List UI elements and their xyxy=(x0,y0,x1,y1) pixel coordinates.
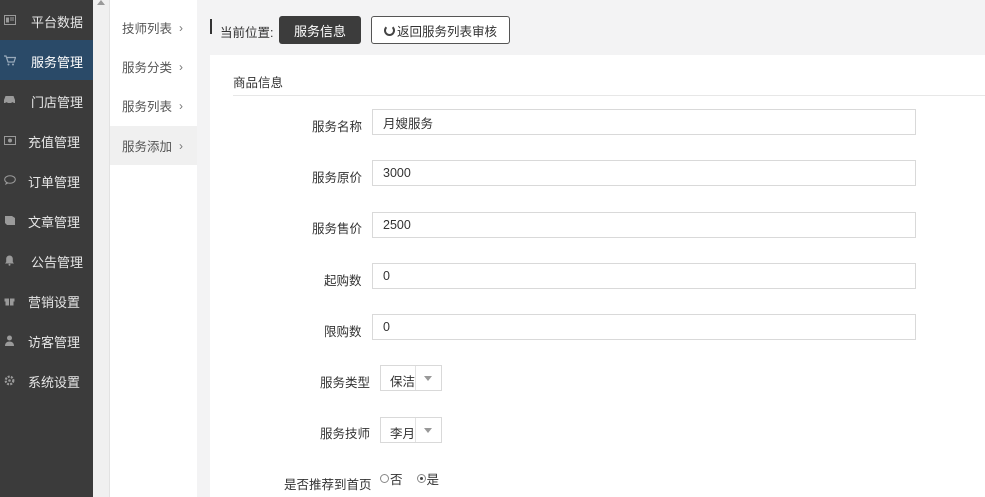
select-divider xyxy=(415,366,416,390)
sidebar-item-service-management[interactable]: 服务管理 xyxy=(0,40,93,80)
car-icon xyxy=(3,94,16,106)
chevron-right-icon: › xyxy=(179,59,183,74)
service-name-input[interactable]: 月嫂服务 xyxy=(372,109,916,135)
user-icon xyxy=(3,334,16,346)
sidebar-scrollbar[interactable] xyxy=(93,0,110,497)
gift-icon xyxy=(3,294,16,306)
sidebar-item-marketing-settings[interactable]: 营销设置 xyxy=(0,280,93,320)
breadcrumb-label: 当前位置: xyxy=(220,26,274,40)
refresh-icon xyxy=(383,24,395,36)
select-divider xyxy=(415,418,416,442)
radio-yes[interactable] xyxy=(416,474,426,483)
breadcrumb: 当前位置: 服务信息 返回服务列表审核 xyxy=(197,0,985,55)
sidebar-item-label: 访客管理 xyxy=(28,335,81,350)
breadcrumb-marker xyxy=(210,19,212,34)
submenu-item-label: 服务分类 xyxy=(122,61,173,75)
radio-yes-label: 是 xyxy=(426,473,440,487)
sidebar-item-system-settings[interactable]: 系统设置 xyxy=(0,360,93,400)
chevron-down-icon xyxy=(424,376,432,381)
recommend-radio-group: 否 是 xyxy=(380,469,453,488)
sidebar-item-label: 营销设置 xyxy=(28,295,81,310)
main-content: 当前位置: 服务信息 返回服务列表审核 商品信息 服务名称 月嫂服务 服务原价 … xyxy=(197,0,985,497)
submenu-item-label: 服务添加 xyxy=(122,140,173,154)
main-sidebar: 平台数据 服务管理 门店管理 充值管理 订单管理 文章管理 公告管理 营销设置 … xyxy=(0,0,93,497)
app-root: 平台数据 服务管理 门店管理 充值管理 订单管理 文章管理 公告管理 营销设置 … xyxy=(0,0,985,497)
sidebar-item-order-management[interactable]: 订单管理 xyxy=(0,160,93,200)
service-type-select[interactable]: 保洁 xyxy=(380,365,442,391)
submenu-item-service-add[interactable]: 服务添加 › xyxy=(110,126,197,165)
sidebar-item-label: 系统设置 xyxy=(28,375,81,390)
sidebar-item-label: 平台数据 xyxy=(31,15,84,30)
min-purchase-input[interactable]: 0 xyxy=(372,263,916,289)
book-icon xyxy=(3,214,16,226)
service-info-button[interactable]: 服务信息 xyxy=(279,16,361,44)
sale-price-label: 服务售价 xyxy=(312,222,363,236)
sidebar-item-label: 门店管理 xyxy=(31,95,84,110)
submenu-item-service-category[interactable]: 服务分类 › xyxy=(110,47,197,86)
recommend-homepage-label: 是否推荐到首页 xyxy=(284,478,372,492)
submenu-item-technician-list[interactable]: 技师列表 › xyxy=(110,8,197,47)
sidebar-item-recharge-management[interactable]: 充值管理 xyxy=(0,120,93,160)
technician-label: 服务技师 xyxy=(320,427,371,441)
sale-price-input[interactable]: 2500 xyxy=(372,212,916,238)
sidebar-item-label: 公告管理 xyxy=(31,255,84,270)
service-name-label: 服务名称 xyxy=(312,120,363,134)
sidebar-item-notice-management[interactable]: 公告管理 xyxy=(0,240,93,280)
radio-no-label: 否 xyxy=(390,473,403,487)
radio-no[interactable] xyxy=(380,474,389,483)
sub-menu: 技师列表 › 服务分类 › 服务列表 › 服务添加 › xyxy=(110,0,197,497)
sidebar-item-label: 文章管理 xyxy=(28,215,81,230)
submenu-item-label: 技师列表 xyxy=(122,22,173,36)
back-to-service-list-button[interactable]: 返回服务列表审核 xyxy=(371,16,510,44)
product-info-panel: 商品信息 服务名称 月嫂服务 服务原价 3000 服务售价 2500 起购数 0… xyxy=(210,55,985,497)
sidebar-item-visitor-management[interactable]: 访客管理 xyxy=(0,320,93,360)
sidebar-item-label: 服务管理 xyxy=(31,55,84,70)
money-icon xyxy=(3,134,16,146)
sidebar-item-article-management[interactable]: 文章管理 xyxy=(0,200,93,240)
chevron-right-icon: › xyxy=(179,20,183,35)
submenu-item-label: 服务列表 xyxy=(122,100,173,114)
section-divider xyxy=(233,95,985,96)
sidebar-item-platform-data[interactable]: 平台数据 xyxy=(0,0,93,40)
sidebar-item-label: 充值管理 xyxy=(28,135,81,150)
dashboard-icon xyxy=(3,14,16,26)
submenu-item-service-list[interactable]: 服务列表 › xyxy=(110,86,197,125)
original-price-input[interactable]: 3000 xyxy=(372,160,916,186)
original-price-label: 服务原价 xyxy=(312,171,363,185)
sidebar-item-label: 订单管理 xyxy=(28,175,81,190)
min-purchase-label: 起购数 xyxy=(324,274,362,288)
scroll-up-arrow-icon[interactable] xyxy=(97,0,105,5)
chevron-down-icon xyxy=(424,428,432,433)
comment-icon xyxy=(3,174,16,186)
section-title: 商品信息 xyxy=(233,76,284,90)
bell-icon xyxy=(3,254,16,266)
technician-value: 李月 xyxy=(390,427,416,441)
chevron-right-icon: › xyxy=(179,98,183,113)
service-type-value: 保洁 xyxy=(390,375,416,389)
gear-icon xyxy=(3,374,16,386)
back-button-label: 返回服务列表审核 xyxy=(396,24,497,39)
max-purchase-input[interactable]: 0 xyxy=(372,314,916,340)
technician-select[interactable]: 李月 xyxy=(380,417,442,443)
cart-icon xyxy=(3,54,16,66)
service-type-label: 服务类型 xyxy=(320,376,371,390)
chevron-right-icon: › xyxy=(179,138,183,153)
max-purchase-label: 限购数 xyxy=(324,325,362,339)
sidebar-item-store-management[interactable]: 门店管理 xyxy=(0,80,93,120)
